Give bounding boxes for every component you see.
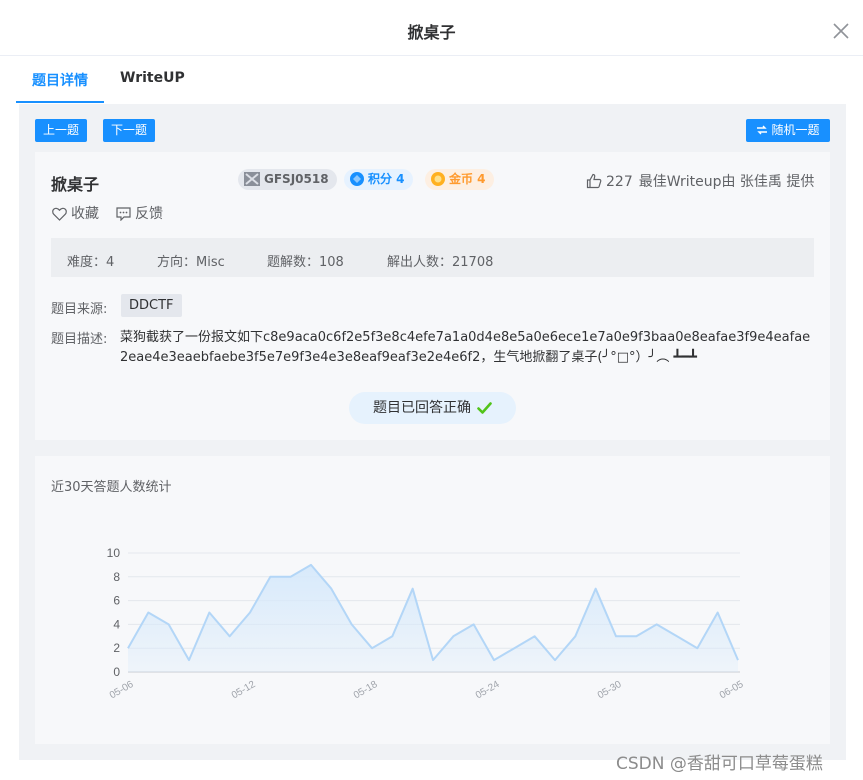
data-point[interactable] [675,634,680,639]
feedback-label: 反馈 [135,206,163,222]
data-point[interactable] [634,634,639,639]
best-writeup-text: 最佳Writeup由 张佳禹 提供 [638,174,815,190]
data-point[interactable] [695,646,700,651]
direction-stat: 方向：Misc [157,255,225,270]
data-point[interactable] [492,658,497,663]
next-problem-button[interactable]: 下一题 [103,119,155,142]
data-point[interactable] [390,634,395,639]
favorite-button[interactable]: 收藏 [52,203,99,223]
favorite-label: 收藏 [71,206,99,222]
tab-bar: 题目详情 WriteUP [16,60,846,104]
x-tick-label: 05-24 [474,679,502,702]
solvers-stat: 解出人数：21708 [387,255,494,270]
feedback-button[interactable]: 反馈 [116,203,163,223]
data-point[interactable] [431,658,436,663]
score-badge: 积分 4 [344,169,413,190]
data-point[interactable] [166,622,171,627]
data-point[interactable] [614,634,619,639]
data-point[interactable] [553,658,558,663]
thumbs-up-icon[interactable] [586,173,602,189]
prev-problem-button[interactable]: 上一题 [35,119,87,142]
x-tick-label: 06-05 [718,679,746,702]
data-point[interactable] [654,622,659,627]
problem-description: 菜狗截获了一份报文如下c8e9aca0c6f2e5f3e8c4efe7a1a0d… [120,330,811,365]
series-area [128,564,738,672]
data-point[interactable] [593,586,598,591]
problem-id: GFSJ0518 [264,172,329,186]
answered-status: 题目已回答正确 [349,392,516,424]
difficulty-stat: 难度：4 [67,255,115,270]
y-tick-label: 0 [113,665,120,679]
y-tick-label: 4 [113,617,120,631]
close-icon[interactable] [832,22,850,40]
coin-value: 金币 4 [449,172,486,186]
data-point[interactable] [736,658,741,663]
modal-title: 掀桌子 [407,23,456,42]
problem-id-badge: GFSJ0518 [238,169,337,190]
data-point[interactable] [410,586,415,591]
data-point[interactable] [349,622,354,627]
data-point[interactable] [268,574,273,579]
data-point[interactable] [288,574,293,579]
data-point[interactable] [187,658,192,663]
random-problem-button[interactable]: 随机一题 [746,119,830,142]
coin-badge: 金币 4 [425,169,494,190]
solves-stat: 题解数：108 [267,255,344,270]
data-point[interactable] [248,610,253,615]
data-point[interactable] [451,634,456,639]
shuffle-icon [757,125,768,135]
problem-title: 掀桌子 [51,175,100,194]
source-label: 题目来源: [51,302,108,317]
source-tag: DDCTF [121,294,182,317]
feedback-icon [116,207,131,222]
x-tick-label: 05-18 [352,679,380,702]
modal-header: 掀桌子 [0,0,863,56]
y-tick-label: 8 [113,570,120,584]
active-tab-indicator [16,101,104,103]
data-point[interactable] [715,610,720,615]
score-icon [350,172,364,186]
answer-stats-chart: 0 2 4 6 8 10 05-06 05-12 05-18 05-24 05-30 06-05 [107,546,746,702]
data-point[interactable] [309,562,314,567]
tab-writeup[interactable]: WriteUP [120,70,185,86]
random-problem-label: 随机一题 [771,123,820,137]
score-value: 积分 4 [368,172,405,186]
data-point[interactable] [227,634,232,639]
data-point[interactable] [146,610,151,615]
description-label: 题目描述: [51,332,108,347]
like-count: 227 [606,174,633,190]
data-point[interactable] [532,634,537,639]
watermark: CSDN @香甜可口草莓蛋糕 [616,754,823,774]
x-tick-label: 05-06 [108,679,136,702]
data-point[interactable] [126,646,131,651]
flag-icon [244,172,260,186]
chart-title: 近30天答题人数统计 [51,480,172,495]
data-point[interactable] [329,586,334,591]
x-tick-label: 05-30 [596,679,624,702]
y-tick-label: 10 [107,546,121,560]
data-point[interactable] [573,634,578,639]
data-point[interactable] [512,646,517,651]
coin-icon [431,172,445,186]
x-tick-label: 05-12 [230,679,258,702]
answered-text: 题目已回答正确 [373,400,471,416]
heart-icon [52,207,67,221]
data-point[interactable] [370,646,375,651]
y-tick-label: 2 [113,641,120,655]
data-point[interactable] [207,610,212,615]
tab-problem-details[interactable]: 题目详情 [32,70,88,90]
like-area: 227 最佳Writeup由 张佳禹 提供 [586,171,814,191]
check-icon [477,402,492,414]
y-tick-label: 6 [113,594,120,608]
data-point[interactable] [471,622,476,627]
